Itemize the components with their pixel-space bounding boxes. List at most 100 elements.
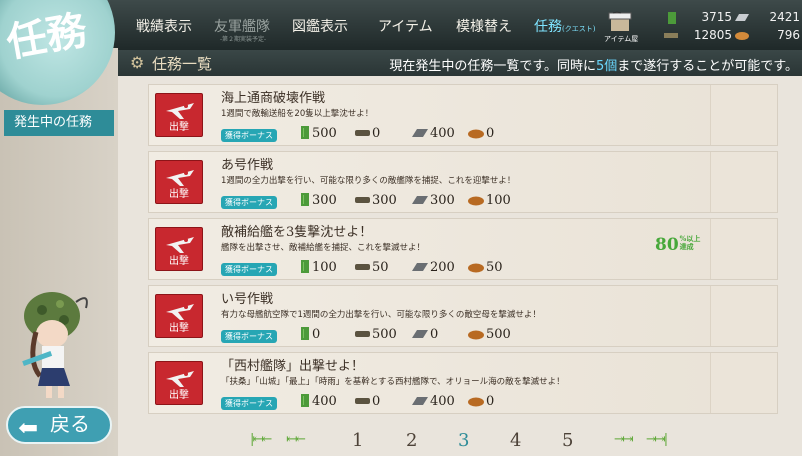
- reward-value: 200: [430, 260, 455, 275]
- fuel-icon: [299, 193, 311, 210]
- bauxite-value: 796: [777, 28, 800, 42]
- progress-badge: 80%以上達成: [655, 234, 704, 256]
- item-shop-button[interactable]: アイテム屋: [604, 10, 638, 44]
- quest-status-area: [710, 85, 777, 145]
- progress-value: 80: [655, 235, 679, 255]
- top-bar: 戦績表示 友軍艦隊 -第２期実装予定- 図鑑表示 アイテム 模様替え 任務(クエス…: [0, 0, 802, 51]
- gear-icon: ⚙: [130, 53, 145, 72]
- reward-value: 0: [486, 394, 495, 409]
- nav-label: 模様替え: [456, 19, 512, 35]
- quest-status-area: [710, 152, 777, 212]
- quest-name: 「西村艦隊」出撃せよ！: [221, 359, 365, 374]
- reward-bauxite: 0: [467, 126, 494, 143]
- category-sortie-badge: 出撃: [155, 93, 203, 137]
- reward-value: 100: [486, 193, 511, 208]
- back-arrow-icon: ⬅: [18, 414, 39, 442]
- reward-value: 500: [486, 327, 511, 342]
- quest-row[interactable]: 出撃 海上通商破壊作戦 1週間で敵輸送船を20隻以上撃沈せよ！ 獲得ボーナス 500 0 4…: [148, 84, 778, 146]
- ammo-value: 12805: [693, 28, 732, 42]
- category-label: 出撃: [169, 256, 189, 267]
- reward-fuel: 0: [299, 327, 320, 344]
- quest-status-area: [710, 286, 777, 346]
- reward-fuel: 300: [299, 193, 337, 210]
- nav-quests[interactable]: 任務(クエスト): [534, 16, 595, 40]
- reward-fuel: 500: [299, 126, 337, 143]
- back-button[interactable]: ⬅ 戻る: [6, 406, 112, 444]
- quest-row[interactable]: 出撃 敵補給艦を3隻撃沈せよ！ 艦隊を出撃させ、敵補給艦を捕捉、これを撃滅せよ！ 獲得…: [148, 218, 778, 280]
- progress-suffix: %以上達成: [679, 234, 701, 251]
- ammo-icon: [355, 395, 371, 411]
- item-shop-icon: [608, 11, 632, 31]
- last-page-button[interactable]: ⇥⇥|: [646, 432, 668, 447]
- fuel-value: 3715: [701, 10, 732, 24]
- fuel-icon: [299, 327, 311, 344]
- page-number[interactable]: 1: [352, 430, 363, 451]
- ammo-icon: [355, 261, 371, 277]
- reward-fuel: 400: [299, 394, 337, 411]
- category-label: 出撃: [169, 122, 189, 133]
- nav-label: 戦績表示: [136, 19, 192, 35]
- emblem-text: 任務: [3, 6, 91, 67]
- steel-icon: [411, 328, 429, 344]
- page-number[interactable]: 5: [562, 430, 573, 451]
- quest-name: い号作戦: [221, 292, 274, 307]
- reward-ammo: 300: [355, 193, 397, 210]
- category-sortie-badge: 出撃: [155, 227, 203, 271]
- reward-ammo: 0: [355, 394, 380, 411]
- reward-steel: 400: [411, 394, 455, 411]
- reward-value: 100: [312, 260, 337, 275]
- reward-value: 0: [372, 394, 381, 409]
- page-number[interactable]: 4: [510, 430, 521, 451]
- category-label: 出撃: [169, 323, 189, 334]
- reward-value: 300: [372, 193, 397, 208]
- first-page-button[interactable]: |⇤⇤: [250, 432, 272, 447]
- desc-text: 現在発生中の任務一覧です。同時に: [389, 59, 597, 74]
- bonus-label: 獲得ボーナス: [221, 196, 277, 209]
- nav-furniture[interactable]: 模様替え: [456, 16, 512, 40]
- reward-value: 400: [430, 126, 455, 141]
- nav-encyclopedia[interactable]: 図鑑表示: [292, 16, 348, 40]
- category-sortie-badge: 出撃: [155, 160, 203, 204]
- steel-icon: [411, 194, 429, 210]
- quest-row[interactable]: 出撃 あ号作戦 1週間の全力出撃を行い、可能な限り多くの敵艦隊を捕捉、これを迎撃せよ…: [148, 151, 778, 213]
- bonus-label: 獲得ボーナス: [221, 263, 277, 276]
- reward-value: 300: [430, 193, 455, 208]
- bauxite-icon: [467, 328, 485, 344]
- quest-description: 艦隊を出撃させ、敵補給艦を捕捉、これを撃滅せよ！: [221, 243, 426, 253]
- reward-bauxite: 50: [467, 260, 503, 277]
- nav-battle-record[interactable]: 戦績表示: [136, 16, 192, 40]
- secretary-ship-girl-image: [22, 292, 88, 398]
- tab-active-quests[interactable]: 発生中の任務: [4, 110, 114, 136]
- reward-bauxite: 100: [467, 193, 511, 210]
- reward-value: 50: [372, 260, 389, 275]
- reward-value: 300: [312, 193, 337, 208]
- reward-steel: 200: [411, 260, 455, 277]
- reward-value: 50: [486, 260, 503, 275]
- quest-name: 敵補給艦を3隻撃沈せよ！: [221, 225, 373, 240]
- next-page-button[interactable]: ⇥⇥: [614, 432, 634, 447]
- page-title: 任務一覧: [152, 55, 213, 73]
- page-number[interactable]: 2: [406, 430, 417, 451]
- page-number-current[interactable]: 3: [458, 430, 469, 451]
- quest-description: 有力な母艦航空隊で1週間の全力出撃を行い、可能な限り多くの敵空母を撃滅せよ！: [221, 310, 541, 320]
- resource-panel: 3715 12805 2421 796: [660, 10, 802, 46]
- reward-value: 0: [430, 327, 439, 342]
- reward-steel: 400: [411, 126, 455, 143]
- category-label: 出撃: [169, 390, 189, 401]
- reward-steel: 300: [411, 193, 455, 210]
- ammo-icon: [355, 328, 371, 344]
- category-sortie-badge: 出撃: [155, 294, 203, 338]
- fuel-icon: [299, 394, 311, 411]
- nav-items[interactable]: アイテム: [378, 16, 433, 40]
- quest-description: 1週間の全力出撃を行い、可能な限り多くの敵艦隊を捕捉、これを迎撃せよ！: [221, 176, 516, 186]
- prev-page-button[interactable]: ⇤⇤: [286, 432, 306, 447]
- pagination: |⇤⇤ ⇤⇤ 1 2 3 4 5 ⇥⇥ ⇥⇥|: [148, 426, 778, 452]
- nav-sub-label: -第２期実装予定-: [220, 36, 267, 43]
- quest-row[interactable]: 出撃 い号作戦有力な母艦航空隊で1週間の全力出撃を行い、可能な限り多くの敵空母を撃…: [148, 285, 778, 347]
- reward-fuel: 100: [299, 260, 337, 277]
- reward-ammo: 500: [355, 327, 397, 344]
- quest-description: 1週間で敵輸送船を20隻以上撃沈せよ！: [221, 109, 374, 119]
- steel-icon: [411, 127, 429, 143]
- nav-friend-fleet[interactable]: 友軍艦隊 -第２期実装予定-: [214, 16, 270, 43]
- quest-row[interactable]: 出撃 「西村艦隊」出撃せよ！ 「扶桑」「山城」「最上」「時雨」を基幹とする西村艦隊で…: [148, 352, 778, 414]
